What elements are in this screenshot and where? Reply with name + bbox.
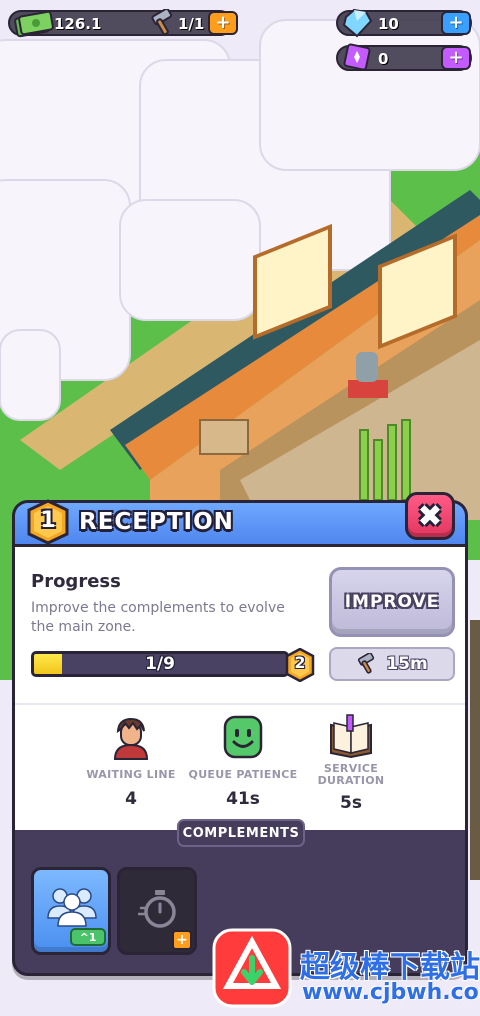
stopwatch-icon xyxy=(138,890,176,928)
upgrade-time: 15m xyxy=(386,654,428,674)
hammer-icon xyxy=(358,653,375,674)
add-hammer-button[interactable]: + xyxy=(208,11,238,35)
watermark-url: www.cjbwh.com xyxy=(302,980,480,1005)
smile-face-icon xyxy=(223,715,263,759)
panel-title: RECEPTION xyxy=(79,509,234,535)
cash-amount: 126.1 xyxy=(54,15,102,33)
stat-value: 41s xyxy=(226,789,260,809)
complements-label: COMPLEMENTS xyxy=(177,819,305,847)
level-up-tag: ^1 xyxy=(70,928,106,946)
cash-icon xyxy=(14,10,54,38)
progress-text: 1/9 xyxy=(145,654,175,674)
progress-bar: 1/9 xyxy=(31,651,289,677)
currency-bar: 126.1 1/1 xyxy=(8,9,233,38)
hammer-icon xyxy=(151,9,173,36)
panel-body: Progress Improve the complements to evol… xyxy=(15,547,465,830)
level-number: 1 xyxy=(40,508,56,533)
next-level-number: 2 xyxy=(294,653,306,672)
watermark-logo xyxy=(212,928,292,1008)
stat-waiting-line: WAITING LINE 4 xyxy=(71,713,191,809)
diamond-icon xyxy=(342,8,373,38)
stat-value: 4 xyxy=(125,789,137,809)
people-icon xyxy=(47,888,97,927)
queue-complement-card[interactable]: ^1 xyxy=(31,867,111,955)
stat-label: WAITING LINE xyxy=(86,768,176,781)
improve-button[interactable]: IMPROVE xyxy=(329,567,455,637)
purple-gem-amount: 0 xyxy=(378,50,389,68)
close-button[interactable]: ✖ xyxy=(405,492,455,540)
stat-value: 5s xyxy=(340,793,362,813)
progress-title: Progress xyxy=(31,571,121,592)
add-complement-icon: + xyxy=(172,930,192,950)
upgrade-cost: 15m xyxy=(329,647,455,681)
stat-label: QUEUE PATIENCE xyxy=(188,768,298,781)
stat-service-duration: SERVICE DURATION 5s xyxy=(291,713,411,813)
divider xyxy=(15,703,465,705)
panel-header: 1 RECEPTION xyxy=(15,499,465,547)
timer-complement-card[interactable]: + xyxy=(117,867,197,955)
gem-amount: 10 xyxy=(378,15,399,33)
hammer-count: 1/1 xyxy=(178,15,205,33)
stat-label: SERVICE DURATION xyxy=(317,762,385,787)
purple-gem-icon xyxy=(343,43,371,71)
stat-queue-patience: QUEUE PATIENCE 41s xyxy=(183,713,303,809)
add-gems-button[interactable]: + xyxy=(441,11,471,35)
book-icon xyxy=(330,714,372,759)
progress-description: Improve the complements to evolve the ma… xyxy=(31,600,285,635)
add-purple-gems-button[interactable]: + xyxy=(441,46,471,70)
customer-icon xyxy=(113,717,149,760)
reception-panel: 1 RECEPTION ✖ Progress Improve the compl… xyxy=(12,492,468,976)
